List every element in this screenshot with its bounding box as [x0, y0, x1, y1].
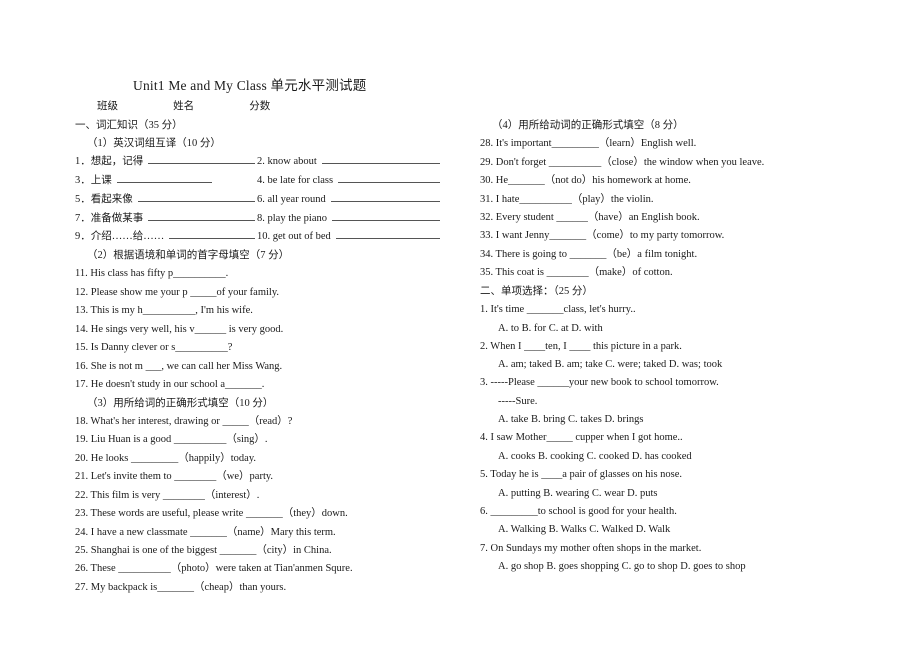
question-item[interactable]: 33. I want Jenny_______（come）to my party…: [480, 228, 845, 244]
question-item[interactable]: 11. His class has fifty p__________.: [75, 266, 442, 282]
translation-item-left: 5．看起来像: [75, 192, 257, 208]
question-item[interactable]: 13. This is my h__________, I'm his wife…: [75, 303, 442, 319]
question-item[interactable]: 21. Let's invite them to ________（we）par…: [75, 469, 442, 485]
question-item[interactable]: 28. It's important_________（learn）Englis…: [480, 136, 845, 152]
translation-label: 8. play the piano: [257, 212, 327, 224]
question-stem[interactable]: 1. It's time _______class, let's hurry..: [480, 302, 845, 318]
question-item[interactable]: 26. These __________（photo）were taken at…: [75, 561, 442, 577]
subsection-heading-verb-form: （4）用所给动词的正确形式填空（8 分）: [492, 120, 684, 131]
subsection-heading-translation: （1）英汉词组互译（10 分）: [87, 138, 221, 150]
question-item[interactable]: 30. He_______（not do）his homework at hom…: [480, 173, 845, 189]
question-dialogue-reply: -----Sure.: [498, 395, 538, 407]
question-item[interactable]: 34. There is going to _______（be）a film …: [480, 247, 845, 263]
score-label: 分数: [249, 101, 271, 112]
question-item[interactable]: 35. This coat is ________（make）of cotton…: [480, 265, 845, 281]
question-item[interactable]: 31. I hate__________（play）the violin.: [480, 192, 845, 208]
answer-line[interactable]: [330, 192, 440, 202]
translation-label: 6. all year round: [257, 193, 326, 205]
translation-item-left: 1．想起，记得: [75, 154, 257, 170]
question-item[interactable]: 29. Don't forget __________（close）the wi…: [480, 155, 845, 171]
page-title: Unit1 Me and My Class 单元水平测试题: [133, 78, 367, 93]
question-item[interactable]: 27. My backpack is_______（cheap）than you…: [75, 580, 442, 596]
question-item[interactable]: 15. Is Danny clever or s__________?: [75, 340, 442, 356]
translation-item-right: 6. all year round: [257, 192, 442, 208]
two-column-layout: 一、词汇知识（35 分） （1）英汉词组互译（10 分） 1．想起，记得 2. …: [75, 118, 845, 598]
question-item[interactable]: 23. These words are useful, please write…: [75, 506, 442, 522]
answer-line[interactable]: [169, 229, 255, 240]
question-stem[interactable]: 3. -----Please ______your new book to sc…: [480, 375, 845, 391]
answer-line[interactable]: [338, 173, 440, 184]
translation-row: 7．准备做某事 8. play the piano: [75, 211, 442, 227]
question-options[interactable]: A. putting B. wearing C. wear D. puts: [480, 486, 845, 502]
translation-label: 2. know about: [257, 156, 317, 168]
question-options[interactable]: A. am; taked B. am; take C. were; taked …: [480, 357, 845, 373]
translation-label: 1．想起，记得: [75, 156, 144, 168]
name-label: 姓名: [173, 101, 195, 112]
question-item[interactable]: 17. He doesn't study in our school a____…: [75, 377, 442, 393]
question-options[interactable]: A. cooks B. cooking C. cooked D. has coo…: [480, 449, 845, 465]
class-blank[interactable]: __________: [121, 101, 174, 112]
question-options[interactable]: A. take B. bring C. takes D. brings: [480, 412, 845, 428]
student-info-line: 班级 __________姓名__________ 分数 __________: [75, 98, 845, 113]
translation-row: 1．想起，记得 2. know about: [75, 154, 442, 170]
question-item[interactable]: 18. What's her interest, drawing or ____…: [75, 414, 442, 430]
question-options[interactable]: A. Walking B. Walks C. Walked D. Walk: [480, 522, 845, 538]
translation-item-right: 4. be late for class: [257, 173, 442, 189]
answer-line[interactable]: [331, 211, 440, 221]
question-options[interactable]: A. go shop B. goes shopping C. go to sho…: [480, 559, 845, 575]
question-stem[interactable]: 4. I saw Mother_____ cupper when I got h…: [480, 430, 845, 446]
question-options[interactable]: A. to B. for C. at D. with: [480, 321, 845, 337]
answer-line[interactable]: [148, 211, 255, 221]
left-column: 一、词汇知识（35 分） （1）英汉词组互译（10 分） 1．想起，记得 2. …: [75, 118, 460, 598]
section-heading-vocabulary: 一、词汇知识（35 分）: [75, 120, 183, 131]
document-body: Unit1 Me and My Class 单元水平测试题 班级 _______…: [75, 74, 845, 598]
class-label: 班级: [97, 101, 118, 112]
translation-label: 9．介绍……给……: [75, 231, 165, 243]
right-column: （4）用所给动词的正确形式填空（8 分） 28. It's important_…: [460, 118, 845, 577]
translation-item-right: 10. get out of bed: [257, 229, 442, 245]
question-item[interactable]: 20. He looks _________（happily）today.: [75, 451, 442, 467]
translation-item-left: 9．介绍……给……: [75, 229, 257, 245]
section-heading-multiple-choice: 二、单项选择：（25 分）: [480, 285, 593, 297]
question-item[interactable]: 12. Please show me your p _____of your f…: [75, 285, 442, 301]
translation-row: 9．介绍……给…… 10. get out of bed: [75, 229, 442, 245]
question-item[interactable]: 25. Shanghai is one of the biggest _____…: [75, 543, 442, 559]
translation-item-right: 8. play the piano: [257, 211, 442, 227]
translation-item-right: 2. know about: [257, 154, 442, 170]
question-item[interactable]: 24. I have a new classmate _______（name）…: [75, 525, 442, 541]
translation-item-left: 7．准备做某事: [75, 211, 257, 227]
translation-row: 5．看起来像 6. all year round: [75, 192, 442, 208]
translation-row: 3．上课 4. be late for class: [75, 173, 442, 189]
translation-label: 3．上课: [75, 175, 112, 187]
question-stem[interactable]: 7. On Sundays my mother often shops in t…: [480, 541, 845, 557]
question-item[interactable]: 16. She is not m ___, we can call her Mi…: [75, 359, 442, 375]
question-item[interactable]: 19. Liu Huan is a good __________（sing）.: [75, 432, 442, 448]
translation-label: 10. get out of bed: [257, 231, 331, 243]
score-blank[interactable]: __________: [273, 101, 326, 112]
question-stem[interactable]: 2. When I ____ten, I ____ this picture i…: [480, 339, 845, 355]
subsection-heading-first-letter: （2）根据语境和单词的首字母填空（7 分）: [87, 250, 290, 262]
answer-line[interactable]: [137, 192, 255, 202]
answer-line[interactable]: [335, 229, 440, 240]
answer-line[interactable]: [148, 154, 255, 165]
question-stem[interactable]: 5. Today he is ____a pair of glasses on …: [480, 467, 845, 483]
question-item[interactable]: 22. This film is very ________（interest）…: [75, 488, 442, 504]
answer-line[interactable]: [116, 173, 212, 184]
document-page: Unit1 Me and My Class 单元水平测试题 班级 _______…: [0, 0, 920, 650]
name-blank[interactable]: __________: [194, 101, 247, 112]
subsection-heading-word-form: （3）用所给词的正确形式填空（10 分）: [87, 397, 274, 409]
question-item[interactable]: 14. He sings very well, his v______ is v…: [75, 322, 442, 338]
translation-label: 5．看起来像: [75, 193, 133, 205]
answer-line[interactable]: [321, 154, 440, 165]
question-stem[interactable]: 6. _________to school is good for your h…: [480, 504, 845, 520]
translation-item-left: 3．上课: [75, 173, 257, 189]
translation-label: 4. be late for class: [257, 175, 334, 187]
translation-label: 7．准备做某事: [75, 212, 144, 224]
question-item[interactable]: 32. Every student ______（have）an English…: [480, 210, 845, 226]
